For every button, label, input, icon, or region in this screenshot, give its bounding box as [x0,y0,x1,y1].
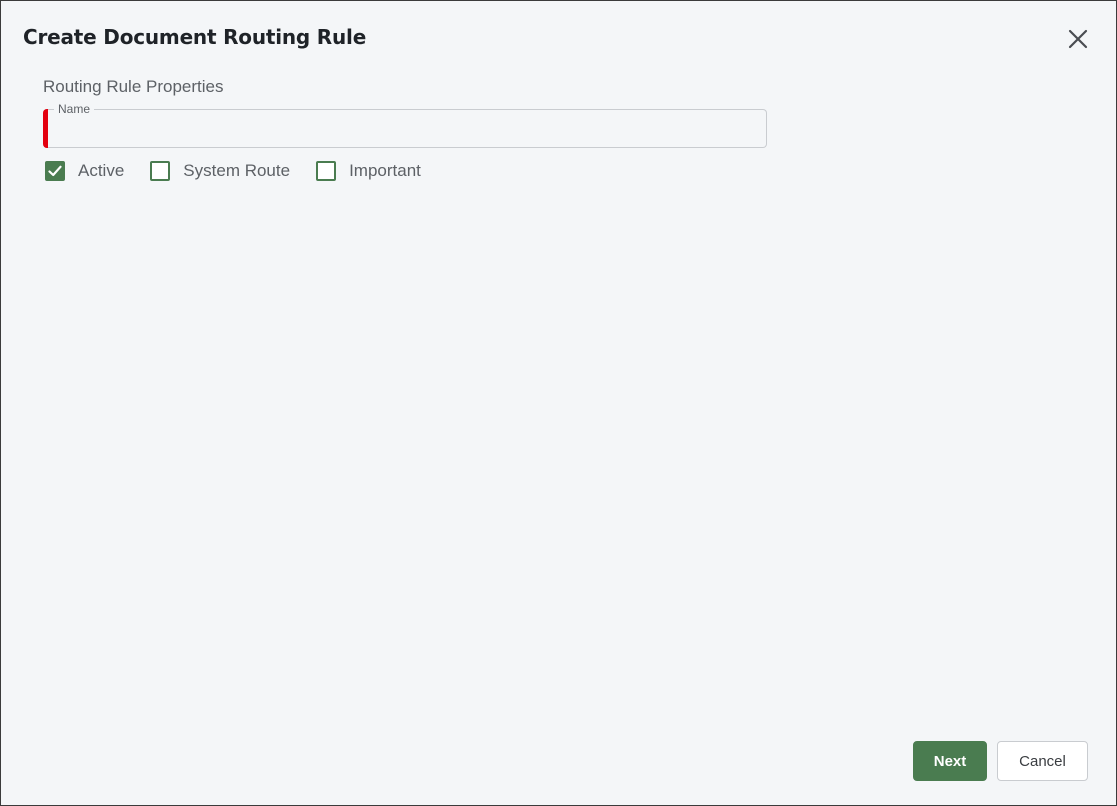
name-input[interactable] [55,120,755,142]
dialog-title: Create Document Routing Rule [23,25,367,49]
close-icon [1068,29,1088,49]
name-field-label: Name [54,102,95,116]
close-button[interactable] [1063,24,1093,54]
important-checkbox[interactable]: Important [316,161,421,181]
active-checkbox[interactable]: Active [45,161,124,181]
system-route-checkbox-label: System Route [183,161,291,180]
active-checkbox-label: Active [78,161,125,180]
system-route-checkbox[interactable]: System Route [150,161,290,181]
required-indicator [43,109,48,148]
next-button[interactable]: Next [913,741,987,781]
active-checkbox-box[interactable] [45,161,65,181]
system-route-checkbox-box[interactable] [150,161,171,181]
cancel-button[interactable]: Cancel [997,741,1088,781]
important-checkbox-box[interactable] [316,161,337,181]
important-checkbox-label: Important [349,161,421,180]
create-routing-rule-dialog: Create Document Routing Rule Routing Rul… [0,0,1117,806]
name-field: Name [43,102,767,148]
checkbox-group: Active System Route Important [45,161,447,181]
section-title: Routing Rule Properties [43,77,224,96]
checkmark-icon [48,165,62,177]
